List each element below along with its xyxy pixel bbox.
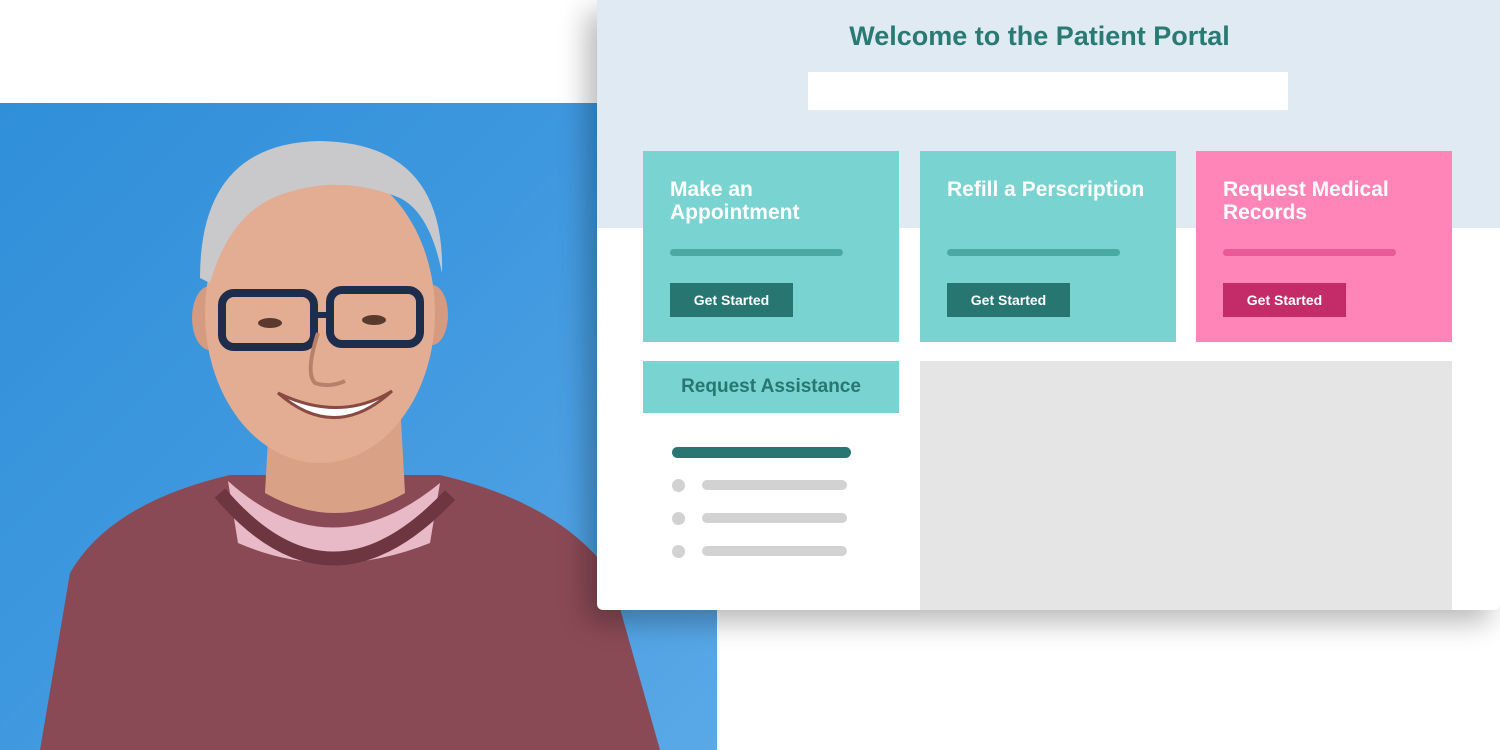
card-refill-prescription: Refill a Perscription Get Started — [920, 151, 1176, 342]
list-bullet — [672, 479, 685, 492]
card-title: Make an Appointment — [670, 178, 800, 224]
card-title: Refill a Perscription — [947, 178, 1145, 201]
card-divider — [1223, 249, 1396, 256]
assistance-heading-placeholder — [672, 447, 851, 458]
make-appointment-get-started-button[interactable]: Get Started — [670, 283, 793, 317]
list-item-placeholder — [702, 513, 847, 523]
patient-portal-window: Welcome to the Patient Portal Make an Ap… — [597, 0, 1500, 610]
search-input[interactable] — [808, 72, 1288, 110]
card-divider — [947, 249, 1120, 256]
request-records-get-started-button[interactable]: Get Started — [1223, 283, 1346, 317]
list-item-placeholder — [702, 546, 847, 556]
card-title: Request Medical Records — [1223, 178, 1389, 224]
list-bullet — [672, 512, 685, 525]
card-make-appointment: Make an Appointment Get Started — [643, 151, 899, 342]
list-bullet — [672, 545, 685, 558]
list-item-placeholder — [702, 480, 847, 490]
card-request-medical-records: Request Medical Records Get Started — [1196, 151, 1452, 342]
refill-prescription-get-started-button[interactable]: Get Started — [947, 283, 1070, 317]
content-placeholder-panel — [920, 361, 1452, 610]
page-title: Welcome to the Patient Portal — [849, 21, 1230, 51]
request-assistance-button[interactable]: Request Assistance — [643, 361, 899, 413]
card-divider — [670, 249, 843, 256]
